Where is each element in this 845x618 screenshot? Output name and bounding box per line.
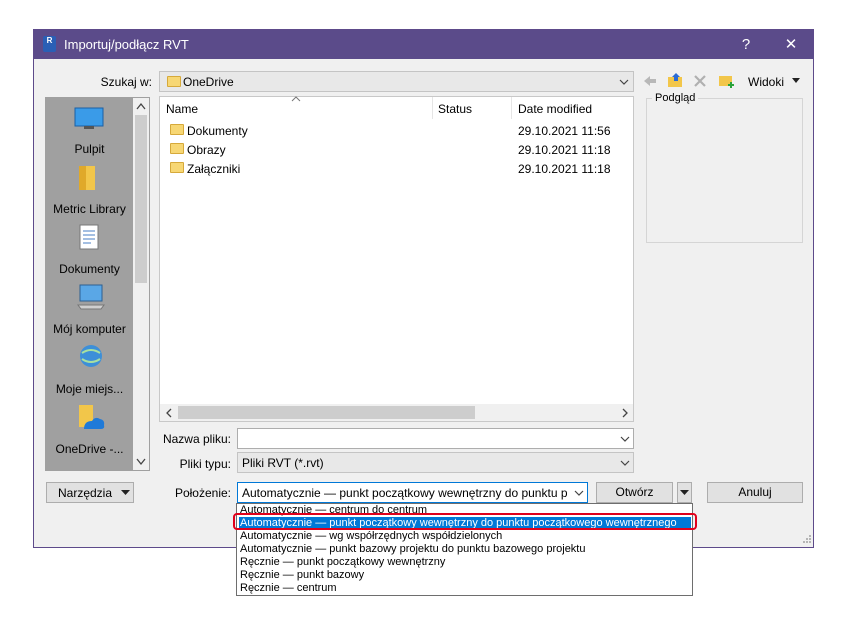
place-my-computer[interactable]: Mój komputer (46, 322, 133, 336)
highlight-annotation (233, 513, 697, 530)
filetype-combo[interactable]: Pliki RVT (*.rvt) (237, 452, 634, 473)
new-folder-icon[interactable] (718, 72, 736, 90)
dialog-title: Importuj/podłącz RVT (64, 37, 189, 52)
computer-icon (77, 284, 105, 310)
tools-button[interactable]: Narzędzia (46, 482, 134, 503)
scroll-right-icon[interactable] (621, 408, 629, 418)
back-arrow-icon[interactable] (642, 73, 658, 89)
sidebar-scrollbar[interactable] (133, 98, 149, 470)
close-icon: ✕ (784, 36, 798, 53)
column-date-modified[interactable]: Date modified (518, 102, 592, 116)
place-onedrive[interactable]: OneDrive -... (46, 442, 133, 456)
caret-down-icon (121, 490, 130, 495)
folder-icon (170, 124, 184, 135)
help-button[interactable]: ? (726, 30, 766, 59)
position-option[interactable]: Ręcznie — punkt bazowy (239, 569, 691, 582)
scroll-left-icon[interactable] (165, 408, 173, 418)
hscroll-thumb[interactable] (178, 406, 475, 419)
column-divider (511, 97, 512, 119)
sort-ascending-icon (291, 96, 301, 102)
scroll-up-icon[interactable] (136, 102, 146, 110)
caret-down-icon (680, 490, 689, 495)
open-dropdown-button[interactable] (677, 482, 692, 503)
lookin-label: Szukaj w: (100, 75, 152, 89)
position-value: Automatycznie — punkt początkowy wewnętr… (242, 486, 567, 500)
desktop-icon (74, 107, 104, 129)
folder-icon (170, 143, 184, 154)
row-name: Dokumenty (187, 124, 248, 138)
scroll-down-icon[interactable] (136, 458, 146, 466)
sidebar-scroll-thumb[interactable] (135, 115, 147, 283)
title-bar[interactable]: R Importuj/podłącz RVT ? ✕ (34, 30, 813, 59)
chevron-down-icon (620, 460, 630, 466)
place-network[interactable]: Moje miejs... (46, 382, 133, 396)
network-places-icon (80, 345, 102, 367)
filetype-label: Pliki typu: (179, 457, 231, 471)
preview-label: Podgląd (652, 92, 699, 104)
up-folder-icon[interactable] (667, 72, 685, 90)
revit-app-icon: R (43, 36, 56, 52)
library-folder-icon (79, 166, 95, 190)
row-date: 29.10.2021 11:18 (518, 162, 611, 176)
views-button[interactable]: Widoki (748, 75, 784, 89)
place-documents[interactable]: Dokumenty (46, 262, 133, 276)
onedrive-icon (79, 405, 105, 429)
lookin-value: OneDrive (183, 75, 234, 89)
place-metric-library[interactable]: Metric Library (46, 202, 133, 216)
position-option[interactable]: Automatycznie — wg współrzędnych współdz… (239, 530, 691, 543)
views-label: Widoki (748, 75, 785, 89)
close-button[interactable]: ✕ (771, 30, 811, 59)
preview-panel (646, 98, 803, 243)
table-row[interactable]: Dokumenty 29.10.2021 11:56 (160, 121, 633, 139)
row-name: Załączniki (187, 162, 241, 176)
resize-grip-icon[interactable] (800, 534, 812, 546)
position-option[interactable]: Ręcznie — centrum (239, 582, 691, 595)
row-name: Obrazy (187, 143, 226, 157)
folder-icon (170, 162, 184, 173)
folder-icon (167, 76, 181, 87)
views-dropdown-icon[interactable] (791, 77, 801, 85)
filename-combo[interactable] (237, 428, 634, 449)
position-option[interactable]: Ręcznie — punkt początkowy wewnętrzny (239, 556, 691, 569)
places-panel: Pulpit Metric Library Dokumenty Mój komp… (46, 98, 133, 470)
table-row[interactable]: Załączniki 29.10.2021 11:18 (160, 159, 633, 177)
chevron-down-icon (619, 79, 629, 85)
delete-icon[interactable] (692, 73, 708, 89)
lookin-combo[interactable]: OneDrive (159, 71, 634, 92)
file-list-hscrollbar[interactable] (160, 404, 633, 421)
cancel-button[interactable]: Anuluj (707, 482, 803, 503)
chevron-down-icon (574, 490, 584, 496)
position-combo[interactable]: Automatycznie — punkt początkowy wewnętr… (237, 482, 588, 503)
position-label: Położenie: (174, 486, 231, 500)
column-status[interactable]: Status (438, 102, 472, 116)
row-date: 29.10.2021 11:18 (518, 143, 611, 157)
filetype-value: Pliki RVT (*.rvt) (242, 456, 324, 470)
documents-icon (79, 224, 99, 250)
column-name[interactable]: Name (166, 102, 198, 116)
position-option[interactable]: Automatycznie — punkt bazowy projektu do… (239, 543, 691, 556)
filename-label: Nazwa pliku: (162, 432, 231, 446)
tools-label: Narzędzia (58, 486, 113, 500)
place-desktop[interactable]: Pulpit (46, 142, 133, 156)
file-list[interactable]: Name Status Date modified Dokumenty 29.1… (159, 96, 634, 422)
open-button[interactable]: Otwórz (596, 482, 673, 503)
row-date: 29.10.2021 11:56 (518, 124, 611, 138)
column-divider (432, 97, 433, 119)
table-row[interactable]: Obrazy 29.10.2021 11:18 (160, 140, 633, 158)
chevron-down-icon (620, 436, 630, 442)
